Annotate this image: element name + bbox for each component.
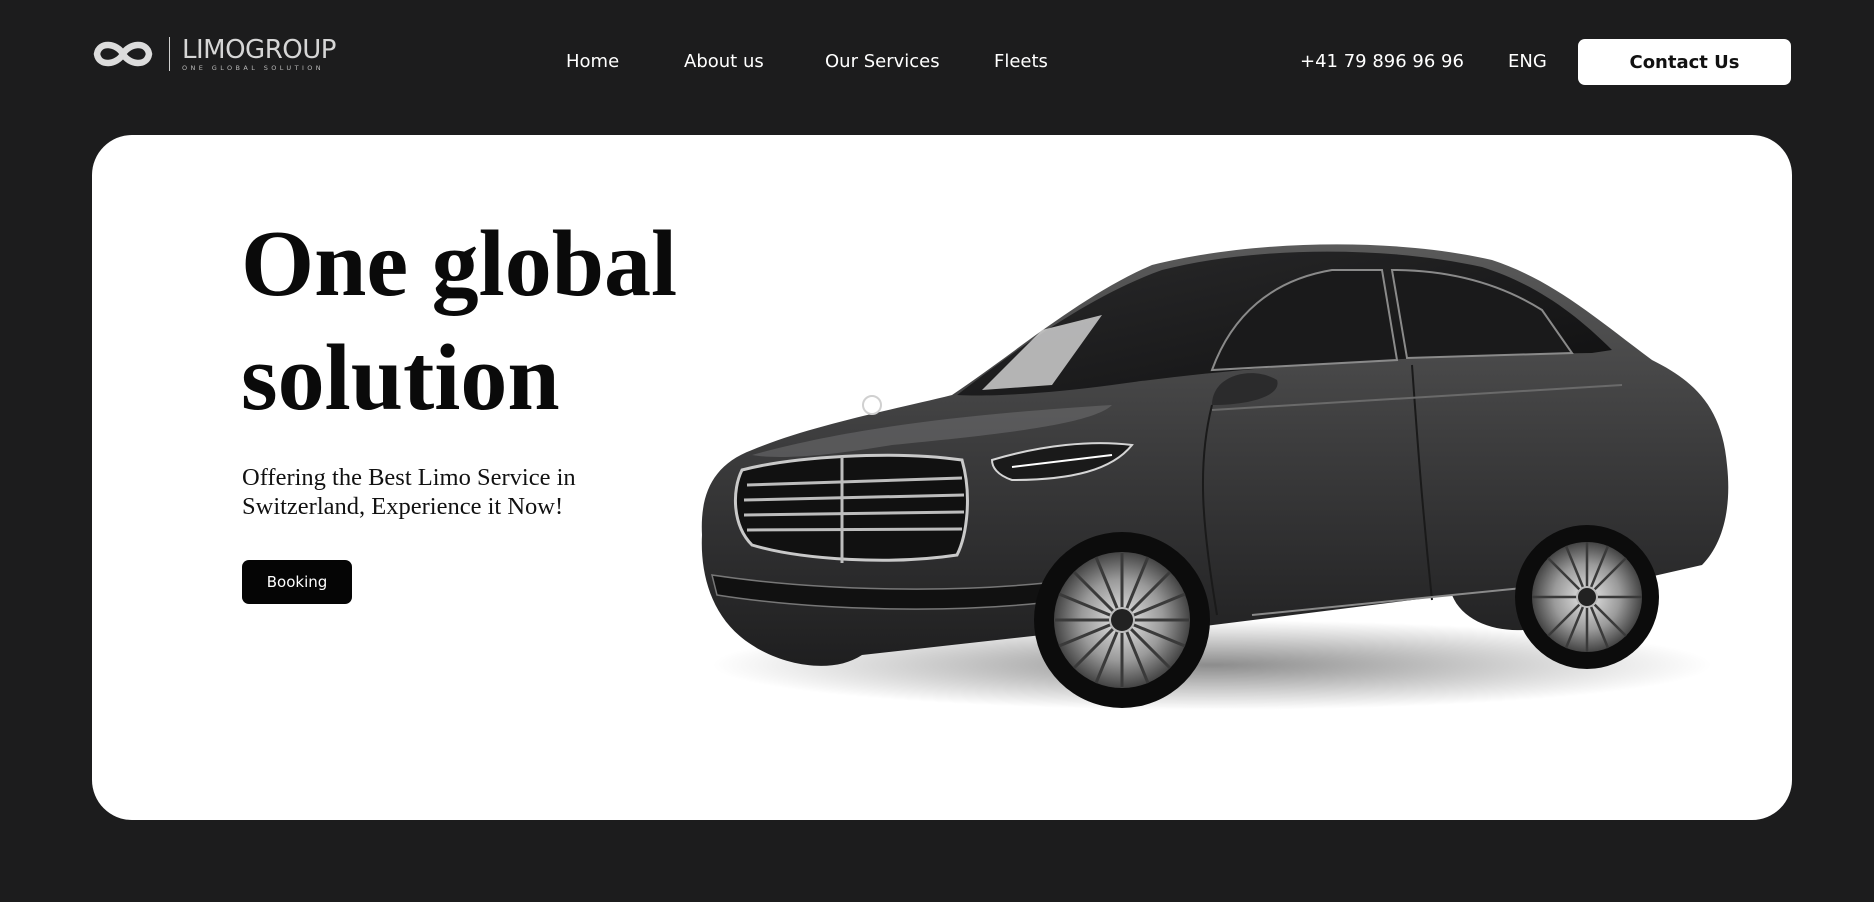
logo-divider bbox=[169, 37, 170, 71]
contact-us-button[interactable]: Contact Us bbox=[1578, 39, 1791, 85]
brand-name: LIMOGROUP bbox=[182, 34, 336, 65]
nav-link-home[interactable]: Home bbox=[566, 50, 619, 74]
brand-logo[interactable]: LIMOGROUP ONE GLOBAL SOLUTION bbox=[91, 35, 336, 73]
hero-title-line-2: solution bbox=[241, 326, 560, 430]
luxury-sedan-image bbox=[701, 244, 1729, 710]
hero-card: One global solution Offering the Best Li… bbox=[92, 135, 1792, 820]
nav-link-fleets[interactable]: Fleets bbox=[994, 50, 1048, 74]
site-header: LIMOGROUP ONE GLOBAL SOLUTION Home About… bbox=[0, 0, 1874, 125]
nav-link-about-us[interactable]: About us bbox=[684, 50, 764, 74]
hero-subtitle: Offering the Best Limo Service in Switze… bbox=[242, 463, 662, 521]
language-selector[interactable]: ENG bbox=[1508, 50, 1547, 74]
logo-wordmark: LIMOGROUP ONE GLOBAL SOLUTION bbox=[182, 37, 336, 72]
infinity-logo-icon bbox=[93, 41, 153, 67]
hero-subtitle-line-1: Offering the Best Limo Service in bbox=[242, 464, 576, 491]
brand-tagline: ONE GLOBAL SOLUTION bbox=[182, 63, 325, 72]
page: LIMOGROUP ONE GLOBAL SOLUTION Home About… bbox=[0, 0, 1874, 902]
nav-link-our-services[interactable]: Our Services bbox=[825, 50, 940, 74]
booking-button[interactable]: Booking bbox=[242, 560, 352, 604]
hero-title-line-1: One global bbox=[241, 212, 678, 316]
phone-number-link[interactable]: +41 79 896 96 96 bbox=[1300, 50, 1464, 74]
hero-subtitle-line-2: Switzerland, Experience it Now! bbox=[242, 493, 564, 520]
